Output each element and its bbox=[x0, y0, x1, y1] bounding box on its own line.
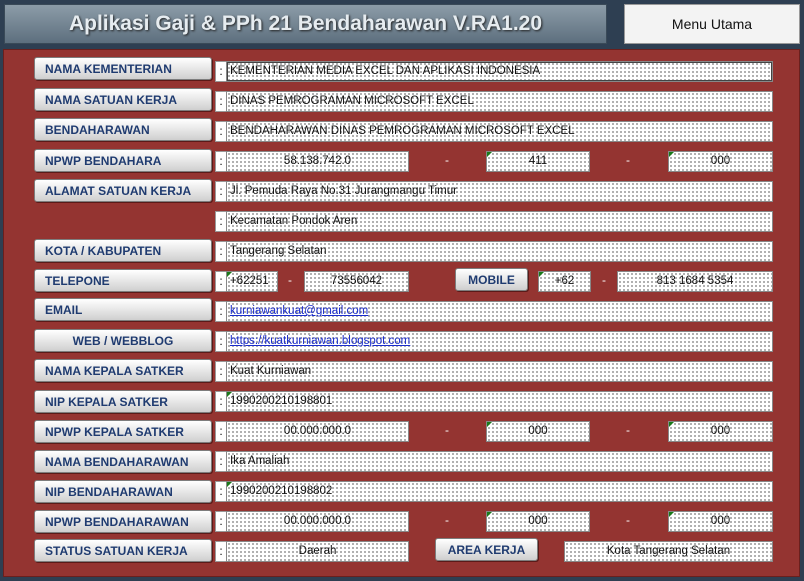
kota-kabupaten-field[interactable]: Tangerang Selatan bbox=[226, 241, 773, 262]
app-title: Aplikasi Gaji & PPh 21 Bendaharawan V.RA… bbox=[68, 12, 543, 35]
nama-kepala-satker-field[interactable]: Kuat Kurniawan bbox=[226, 361, 773, 382]
npwp-bendahara-part1[interactable]: 58.138.742.0 bbox=[226, 151, 409, 172]
nama-satuan-kerja-field[interactable]: DINAS PEMROGRAMAN MICROSOFT EXCEL bbox=[226, 91, 773, 112]
area-kerja-field[interactable]: Kota Tangerang Selatan bbox=[564, 541, 773, 562]
email-button[interactable]: EMAIL bbox=[34, 298, 212, 321]
nama-bendaharawan-field[interactable]: Ika Amaliah bbox=[226, 451, 773, 472]
bendaharawan-field[interactable]: BENDAHARAWAN DINAS PEMROGRAMAN MICROSOFT… bbox=[226, 121, 773, 142]
dash: - bbox=[626, 423, 630, 437]
npwp-bendahara-part3[interactable]: 000 bbox=[668, 151, 773, 172]
web-webblog-field[interactable]: https://kuatkurniawan.blogspot.com bbox=[226, 331, 773, 352]
npwp-kepala-part2[interactable]: 000 bbox=[486, 421, 590, 442]
telepone-area-code-field[interactable]: +62251 bbox=[226, 271, 278, 292]
area-kerja-button[interactable]: AREA KERJA bbox=[435, 538, 538, 561]
dash: - bbox=[626, 153, 630, 167]
menu-utama-button[interactable]: Menu Utama bbox=[624, 4, 800, 44]
nama-kementerian-field[interactable]: KEMENTERIAN MEDIA EXCEL DAN APLIKASI IND… bbox=[226, 61, 773, 82]
npwp-bendaharawan-button[interactable]: NPWP BENDAHARAWAN bbox=[34, 510, 212, 533]
nama-satuan-kerja-button[interactable]: NAMA SATUAN KERJA bbox=[34, 88, 212, 111]
mobile-number-field[interactable]: 813 1684 5354 bbox=[617, 271, 773, 292]
telepone-button[interactable]: TELEPONE bbox=[34, 269, 212, 292]
app-title-bar: Aplikasi Gaji & PPh 21 Bendaharawan V.RA… bbox=[4, 4, 607, 44]
npwp-bendaharawan-part1[interactable]: 00.000.000.0 bbox=[226, 511, 409, 532]
email-field[interactable]: kurniawankuat@gmail.com bbox=[226, 301, 773, 322]
nip-bendaharawan-field[interactable]: 199020021019880​2 bbox=[226, 481, 773, 502]
alamat-line1-field[interactable]: Jl. Pemuda Raya No.31 Jurangmangu Timur bbox=[226, 181, 773, 202]
nip-kepala-satker-field[interactable]: 199020021019880​1 bbox=[226, 391, 773, 412]
nama-kementerian-button[interactable]: NAMA KEMENTERIAN bbox=[34, 57, 212, 80]
npwp-bendaharawan-part3[interactable]: 000 bbox=[668, 511, 773, 532]
dash: - bbox=[626, 513, 630, 527]
dash: - bbox=[445, 513, 449, 527]
telepone-number-field[interactable]: 73556042 bbox=[304, 271, 409, 292]
nip-bendaharawan-button[interactable]: NIP BENDAHARAWAN bbox=[34, 480, 212, 503]
dash: - bbox=[602, 273, 606, 287]
npwp-bendahara-button[interactable]: NPWP BENDAHARA bbox=[34, 149, 212, 172]
status-satuan-kerja-button[interactable]: STATUS SATUAN KERJA bbox=[34, 539, 212, 562]
npwp-kepala-satker-button[interactable]: NPWP KEPALA SATKER bbox=[34, 420, 212, 443]
web-webblog-button[interactable]: WEB / WEBBLOG bbox=[34, 329, 212, 352]
npwp-bendaharawan-part2[interactable]: 000 bbox=[486, 511, 590, 532]
nip-kepala-satker-button[interactable]: NIP KEPALA SATKER bbox=[34, 390, 212, 413]
nama-kepala-satker-button[interactable]: NAMA KEPALA SATKER bbox=[34, 359, 212, 382]
npwp-bendahara-part2[interactable]: 411 bbox=[486, 151, 590, 172]
npwp-kepala-part3[interactable]: 000 bbox=[668, 421, 773, 442]
alamat-line2-field[interactable]: Kecamatan Pondok Aren bbox=[226, 211, 773, 232]
dash: - bbox=[288, 273, 292, 287]
npwp-kepala-part1[interactable]: 00.000.000.0 bbox=[226, 421, 409, 442]
status-satuan-kerja-field[interactable]: Daerah bbox=[226, 541, 409, 562]
nama-bendaharawan-button[interactable]: NAMA BENDAHARAWAN bbox=[34, 450, 212, 473]
kota-kabupaten-button[interactable]: KOTA / KABUPATEN bbox=[34, 239, 212, 262]
mobile-button[interactable]: MOBILE bbox=[455, 268, 528, 291]
bendaharawan-button[interactable]: BENDAHARAWAN bbox=[34, 118, 212, 141]
dash: - bbox=[445, 153, 449, 167]
dash: - bbox=[445, 423, 449, 437]
mobile-country-code-field[interactable]: +62 bbox=[538, 271, 591, 292]
alamat-satuan-kerja-button[interactable]: ALAMAT SATUAN KERJA bbox=[34, 179, 212, 202]
